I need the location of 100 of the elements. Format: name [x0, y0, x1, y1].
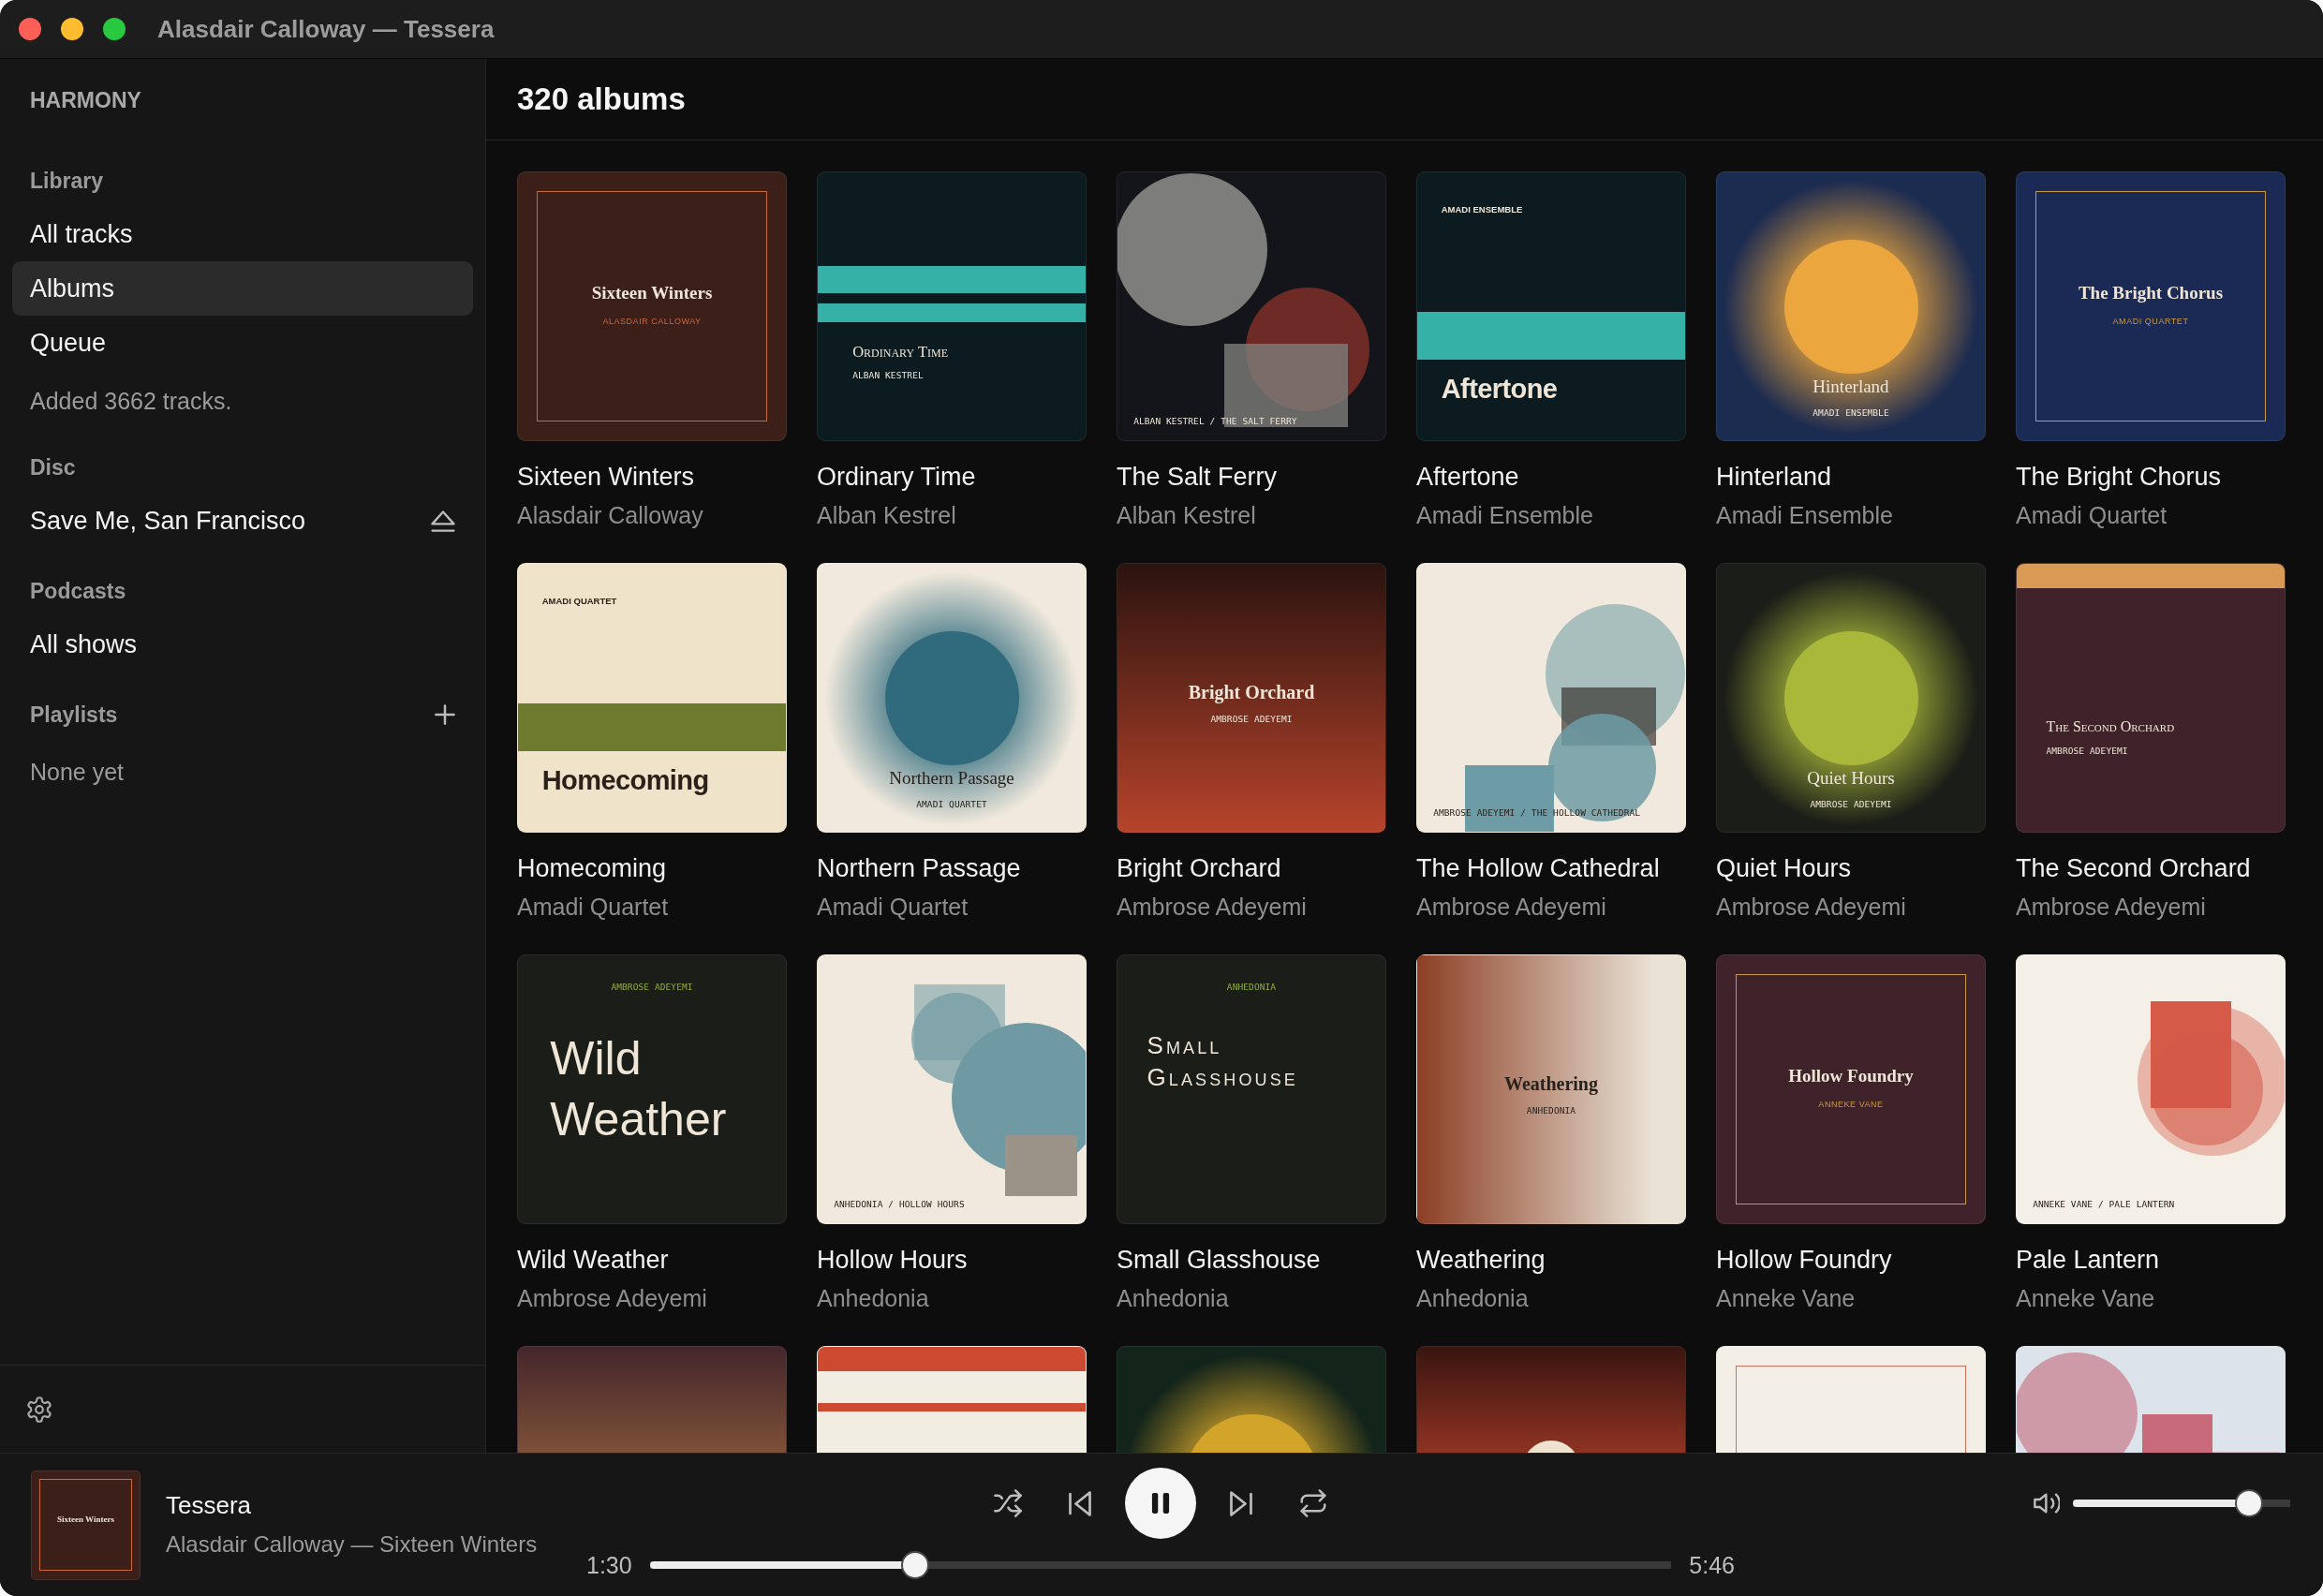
sidebar-note: Added 3662 tracks. — [30, 387, 232, 416]
section-heading: Disc — [30, 454, 76, 480]
sidebar-item[interactable]: Queue — [12, 316, 473, 370]
album-cover[interactable]: Ordinary Time ALBAN KESTREL — [817, 171, 1087, 441]
album-cover[interactable] — [1117, 1346, 1386, 1453]
album-artist: Amadi Ensemble — [1716, 501, 1893, 530]
volume-handle[interactable] — [2234, 1489, 2263, 1517]
album-cover[interactable]: Bright Orchard AMBROSE ADEYEMI — [1117, 563, 1386, 833]
album-title: Ordinary Time — [817, 462, 976, 493]
cover-title: Small Glasshouse — [1147, 1030, 1298, 1094]
cover-title: Quiet Hours — [1807, 767, 1895, 789]
cover-title: Sixteen Winters — [591, 282, 713, 303]
sidebar-item[interactable]: All shows — [12, 617, 473, 672]
album-artist: Ambrose Adeyemi — [1416, 893, 1606, 922]
plus-icon[interactable] — [435, 704, 455, 725]
cover-credit: ANHEDONIA — [1226, 982, 1277, 993]
album-title: The Salt Ferry — [1117, 462, 1278, 493]
repeat-icon[interactable] — [1299, 1489, 1327, 1517]
album-artist: Anneke Vane — [2016, 1284, 2155, 1313]
settings-icon[interactable] — [26, 1396, 52, 1423]
album-artist: Anhedonia — [817, 1284, 929, 1313]
album-title: Hinterland — [1716, 462, 1832, 493]
album-cover[interactable]: Quiet Hours AMBROSE ADEYEMI — [1716, 563, 1986, 833]
album-artist: Amadi Quartet — [817, 893, 969, 922]
cover-credit: ANNEKE VANE — [1818, 1099, 1884, 1109]
cover-credit: AMADI QUARTET — [916, 799, 987, 810]
cover-title: Sixteen Winters — [57, 1515, 114, 1525]
sidebar-item[interactable]: Albums — [12, 261, 473, 316]
album-title: Northern Passage — [817, 853, 1021, 884]
album-cover[interactable]: Hollow Foundry ANNEKE VANE — [1716, 954, 1986, 1224]
sidebar-note: None yet — [30, 758, 125, 787]
window-title: Alasdair Calloway — Tessera — [157, 14, 495, 44]
album-artist: Amadi Ensemble — [1416, 501, 1593, 530]
cover-caption: ANHEDONIA / HOLLOW HOURS — [834, 1199, 965, 1210]
maximize-button[interactable] — [103, 18, 126, 40]
album-cover[interactable]: Northern Passage AMADI QUARTET — [817, 563, 1087, 833]
cover-title: Bright Orchard — [1188, 681, 1315, 703]
album-cover[interactable]: The Bright Chorus AMADI QUARTET — [2016, 171, 2286, 441]
section-heading: Library — [30, 168, 103, 194]
album-title: Small Glasshouse — [1117, 1245, 1321, 1276]
album-title: Hollow Foundry — [1716, 1245, 1892, 1276]
album-artist: Alban Kestrel — [817, 501, 956, 530]
album-cover[interactable]: AMBROSE ADEYEMI Wild Weather — [517, 954, 787, 1224]
shuffle-icon[interactable] — [994, 1489, 1022, 1517]
album-artist: Ambrose Adeyemi — [1117, 893, 1307, 922]
cover-credit: ALBAN KESTREL — [852, 370, 924, 381]
album-cover[interactable]: Hinterland AMADI ENSEMBLE — [1716, 171, 1986, 441]
album-artist: Anhedonia — [1117, 1284, 1229, 1313]
minimize-button[interactable] — [61, 18, 83, 40]
cover-caption: ANNEKE VANE / PALE LANTERN — [2033, 1199, 2175, 1210]
album-title: Pale Lantern — [2016, 1245, 2160, 1276]
skip-forward-icon[interactable] — [1230, 1490, 1252, 1516]
sidebar-item[interactable]: Save Me, San Francisco — [12, 494, 473, 548]
progress-handle[interactable] — [901, 1551, 930, 1579]
album-title: Sixteen Winters — [517, 462, 695, 493]
elapsed-time: 1:30 — [586, 1551, 632, 1579]
track-title: Tessera — [166, 1490, 252, 1521]
skip-back-icon[interactable] — [1069, 1490, 1091, 1516]
cover-credit: ALASDAIR CALLOWAY — [602, 316, 702, 326]
section-heading: Podcasts — [30, 578, 126, 604]
cover-credit: AMBROSE ADEYEMI — [1210, 714, 1293, 725]
page-heading: 320 albums — [517, 81, 686, 117]
album-cover[interactable]: Sixteen Winters ALASDAIR CALLOWAY — [517, 171, 787, 441]
cover-title: Homecoming — [541, 765, 709, 797]
cover-title: Hinterland — [1813, 376, 1889, 397]
cover-label: AMADI QUARTET — [541, 596, 617, 607]
album-title: Quiet Hours — [1716, 853, 1852, 884]
pause-icon — [1151, 1492, 1170, 1515]
album-cover[interactable]: AMADI ENSEMBLE Aftertone — [1416, 171, 1686, 441]
cover-title: The Second Orchard — [2046, 718, 2175, 736]
album-title: Hollow Hours — [817, 1245, 968, 1276]
album-artist: Anneke Vane — [1716, 1284, 1856, 1313]
album-cover[interactable]: The Second Orchard AMBROSE ADEYEMI — [2016, 563, 2286, 833]
album-artist: Ambrose Adeyemi — [2016, 893, 2206, 922]
album-artist: Ambrose Adeyemi — [1716, 893, 1906, 922]
album-title: Weathering — [1416, 1245, 1546, 1276]
album-cover[interactable]: Sixteen Winters — [31, 1470, 141, 1580]
speaker-icon[interactable] — [2034, 1492, 2060, 1515]
album-cover[interactable] — [817, 1346, 1087, 1453]
album-artist: Amadi Quartet — [517, 893, 669, 922]
album-title: The Hollow Cathedral — [1416, 853, 1660, 884]
cover-title: Aftertone — [1441, 374, 1558, 406]
sidebar-item[interactable]: All tracks — [12, 207, 473, 261]
album-title: The Bright Chorus — [2016, 462, 2222, 493]
cover-credit: AMADI QUARTET — [2112, 316, 2189, 326]
album-title: Bright Orchard — [1117, 853, 1281, 884]
album-cover[interactable]: ANHEDONIA / HOLLOW HOURS — [817, 954, 1087, 1224]
cover-credit: AMBROSE ADEYEMI — [611, 982, 693, 993]
album-title: Homecoming — [517, 853, 667, 884]
album-cover[interactable]: Weathering ANHEDONIA — [1416, 954, 1686, 1224]
album-cover[interactable]: ANHEDONIA Small Glasshouse — [1117, 954, 1386, 1224]
album-artist: Amadi Quartet — [2016, 501, 2168, 530]
cover-credit: AMADI ENSEMBLE — [1813, 407, 1889, 419]
album-cover[interactable]: ANNEKE VANE / PALE LANTERN — [2016, 954, 2286, 1224]
album-title: Wild Weather — [517, 1245, 669, 1276]
album-cover[interactable]: AMADI QUARTET Homecoming — [517, 563, 787, 833]
cover-title: The Bright Chorus — [2078, 282, 2224, 303]
app-name: HARMONY — [30, 87, 141, 114]
close-button[interactable] — [19, 18, 41, 40]
eject-icon[interactable] — [431, 510, 455, 532]
